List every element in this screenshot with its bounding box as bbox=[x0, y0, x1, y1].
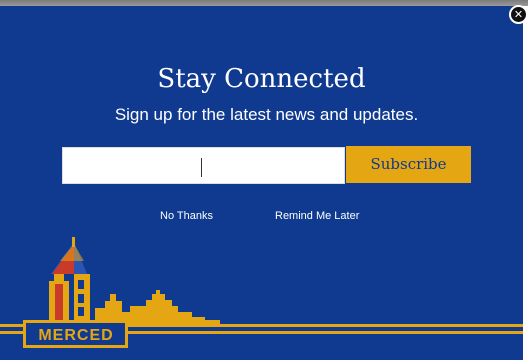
modal-title: Stay Connected bbox=[157, 64, 366, 94]
remind-me-later-link[interactable]: Remind Me Later bbox=[275, 209, 359, 223]
no-thanks-link[interactable]: No Thanks bbox=[160, 209, 213, 223]
newsletter-modal: Stay Connected Sign up for the latest ne… bbox=[0, 6, 523, 360]
logo-text: MERCED bbox=[38, 327, 113, 344]
subscribe-button[interactable]: Subscribe bbox=[346, 146, 471, 183]
modal-subtitle: Sign up for the latest news and updates. bbox=[114, 105, 419, 124]
text-caret bbox=[201, 158, 202, 177]
close-icon[interactable]: ✕ bbox=[509, 5, 528, 24]
merced-logo: MERCED bbox=[0, 237, 523, 348]
email-field[interactable] bbox=[62, 147, 345, 184]
